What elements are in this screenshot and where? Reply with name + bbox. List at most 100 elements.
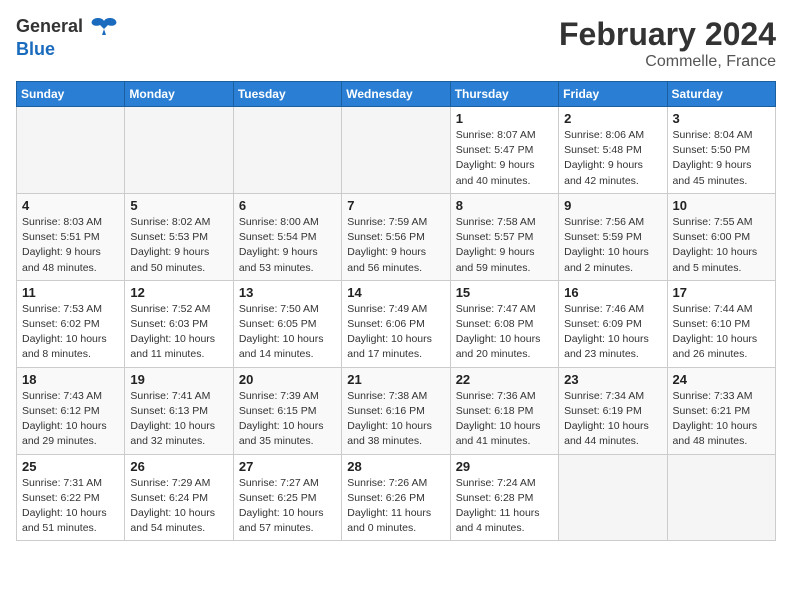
day-info: Sunrise: 8:02 AMSunset: 5:53 PMDaylight:…	[130, 215, 227, 276]
calendar-cell: 13Sunrise: 7:50 AMSunset: 6:05 PMDayligh…	[233, 280, 341, 367]
calendar-cell	[559, 454, 667, 541]
weekday-header-tuesday: Tuesday	[233, 82, 341, 107]
calendar-cell: 12 Sunrise: 7:52 AMSunset: 6:03 PMDayligh…	[125, 280, 233, 367]
calendar-cell	[342, 107, 450, 194]
weekday-header-sunday: Sunday	[17, 82, 125, 107]
day-number: 28	[347, 459, 444, 474]
day-info: Sunrise: 7:38 AMSunset: 6:16 PMDaylight:…	[347, 389, 444, 450]
logo-blue: Blue	[16, 39, 55, 59]
day-number: 2	[564, 111, 661, 126]
day-number: 17	[673, 285, 770, 300]
day-number: 11	[22, 285, 119, 300]
calendar-cell	[667, 454, 775, 541]
calendar-cell: 9 Sunrise: 7:56 AMSunset: 5:59 PMDaylight…	[559, 193, 667, 280]
day-number: 16	[564, 285, 661, 300]
day-number: 29	[456, 459, 553, 474]
logo-text: General Blue	[16, 16, 120, 60]
weekday-header-friday: Friday	[559, 82, 667, 107]
calendar-cell: 8Sunrise: 7:58 AMSunset: 5:57 PMDaylight…	[450, 193, 558, 280]
day-info: Sunrise: 7:29 AMSunset: 6:24 PMDaylight:…	[130, 476, 227, 537]
calendar-cell: 24 Sunrise: 7:33 AMSunset: 6:21 PMDayligh…	[667, 367, 775, 454]
day-info: Sunrise: 7:34 AMSunset: 6:19 PMDaylight:…	[564, 389, 661, 450]
day-info: Sunrise: 7:39 AMSunset: 6:15 PMDaylight:…	[239, 389, 336, 450]
day-number: 3	[673, 111, 770, 126]
calendar-cell: 7Sunrise: 7:59 AMSunset: 5:56 PMDaylight…	[342, 193, 450, 280]
day-info: Sunrise: 8:03 AMSunset: 5:51 PMDaylight:…	[22, 215, 119, 276]
day-info: Sunrise: 7:36 AMSunset: 6:18 PMDaylight:…	[456, 389, 553, 450]
calendar-cell: 27 Sunrise: 7:27 AMSunset: 6:25 PMDayligh…	[233, 454, 341, 541]
calendar-cell: 25 Sunrise: 7:31 AMSunset: 6:22 PMDayligh…	[17, 454, 125, 541]
day-number: 23	[564, 372, 661, 387]
day-info: Sunrise: 7:55 AMSunset: 6:00 PMDaylight:…	[673, 215, 770, 276]
day-info: Sunrise: 8:04 AMSunset: 5:50 PMDaylight:…	[673, 128, 770, 189]
calendar-cell: 5 Sunrise: 8:02 AMSunset: 5:53 PMDaylight…	[125, 193, 233, 280]
day-info: Sunrise: 7:47 AMSunset: 6:08 PMDaylight:…	[456, 302, 553, 363]
day-info: Sunrise: 7:26 AMSunset: 6:26 PMDaylight:…	[347, 476, 444, 537]
calendar-cell: 20Sunrise: 7:39 AMSunset: 6:15 PMDayligh…	[233, 367, 341, 454]
calendar-cell: 11 Sunrise: 7:53 AMSunset: 6:02 PMDayligh…	[17, 280, 125, 367]
day-number: 19	[130, 372, 227, 387]
calendar-cell	[17, 107, 125, 194]
calendar-cell: 6Sunrise: 8:00 AMSunset: 5:54 PMDaylight…	[233, 193, 341, 280]
day-info: Sunrise: 7:52 AMSunset: 6:03 PMDaylight:…	[130, 302, 227, 363]
day-info: Sunrise: 7:44 AMSunset: 6:10 PMDaylight:…	[673, 302, 770, 363]
day-info: Sunrise: 7:24 AMSunset: 6:28 PMDaylight:…	[456, 476, 553, 537]
day-number: 27	[239, 459, 336, 474]
day-info: Sunrise: 8:06 AMSunset: 5:48 PMDaylight:…	[564, 128, 661, 189]
day-info: Sunrise: 7:43 AMSunset: 6:12 PMDaylight:…	[22, 389, 119, 450]
month-year-title: February 2024	[559, 16, 776, 53]
title-block: February 2024 Commelle, France	[559, 16, 776, 71]
location-label: Commelle, France	[559, 53, 776, 71]
calendar-cell	[125, 107, 233, 194]
day-number: 14	[347, 285, 444, 300]
calendar-cell: 18 Sunrise: 7:43 AMSunset: 6:12 PMDayligh…	[17, 367, 125, 454]
day-number: 13	[239, 285, 336, 300]
day-info: Sunrise: 7:31 AMSunset: 6:22 PMDaylight:…	[22, 476, 119, 537]
day-info: Sunrise: 7:59 AMSunset: 5:56 PMDaylight:…	[347, 215, 444, 276]
calendar-cell: 17 Sunrise: 7:44 AMSunset: 6:10 PMDayligh…	[667, 280, 775, 367]
day-number: 25	[22, 459, 119, 474]
calendar-cell: 22 Sunrise: 7:36 AMSunset: 6:18 PMDayligh…	[450, 367, 558, 454]
day-info: Sunrise: 7:33 AMSunset: 6:21 PMDaylight:…	[673, 389, 770, 450]
calendar-cell: 15Sunrise: 7:47 AMSunset: 6:08 PMDayligh…	[450, 280, 558, 367]
day-number: 10	[673, 198, 770, 213]
calendar-cell: 10 Sunrise: 7:55 AMSunset: 6:00 PMDayligh…	[667, 193, 775, 280]
day-number: 26	[130, 459, 227, 474]
calendar-cell: 28 Sunrise: 7:26 AMSunset: 6:26 PMDayligh…	[342, 454, 450, 541]
day-number: 24	[673, 372, 770, 387]
calendar-cell: 29 Sunrise: 7:24 AMSunset: 6:28 PMDayligh…	[450, 454, 558, 541]
day-info: Sunrise: 7:56 AMSunset: 5:59 PMDaylight:…	[564, 215, 661, 276]
calendar-cell: 23 Sunrise: 7:34 AMSunset: 6:19 PMDayligh…	[559, 367, 667, 454]
calendar-cell: 14 Sunrise: 7:49 AMSunset: 6:06 PMDayligh…	[342, 280, 450, 367]
day-info: Sunrise: 7:27 AMSunset: 6:25 PMDaylight:…	[239, 476, 336, 537]
calendar-table: SundayMondayTuesdayWednesdayThursdayFrid…	[16, 81, 776, 541]
day-number: 4	[22, 198, 119, 213]
calendar-cell: 26 Sunrise: 7:29 AMSunset: 6:24 PMDayligh…	[125, 454, 233, 541]
weekday-header-wednesday: Wednesday	[342, 82, 450, 107]
day-info: Sunrise: 7:49 AMSunset: 6:06 PMDaylight:…	[347, 302, 444, 363]
calendar-cell: 2 Sunrise: 8:06 AMSunset: 5:48 PMDaylight…	[559, 107, 667, 194]
day-info: Sunrise: 7:58 AMSunset: 5:57 PMDaylight:…	[456, 215, 553, 276]
calendar-week-row-4: 18 Sunrise: 7:43 AMSunset: 6:12 PMDayligh…	[17, 367, 776, 454]
day-number: 18	[22, 372, 119, 387]
calendar-cell: 3 Sunrise: 8:04 AMSunset: 5:50 PMDaylight…	[667, 107, 775, 194]
day-info: Sunrise: 7:46 AMSunset: 6:09 PMDaylight:…	[564, 302, 661, 363]
day-number: 5	[130, 198, 227, 213]
calendar-cell: 21Sunrise: 7:38 AMSunset: 6:16 PMDayligh…	[342, 367, 450, 454]
calendar-week-row-1: 1Sunrise: 8:07 AMSunset: 5:47 PMDaylight…	[17, 107, 776, 194]
logo-general: General	[16, 16, 83, 36]
day-number: 12	[130, 285, 227, 300]
logo-bird-icon	[90, 17, 118, 39]
weekday-header-row: SundayMondayTuesdayWednesdayThursdayFrid…	[17, 82, 776, 107]
day-number: 22	[456, 372, 553, 387]
day-info: Sunrise: 8:00 AMSunset: 5:54 PMDaylight:…	[239, 215, 336, 276]
weekday-header-monday: Monday	[125, 82, 233, 107]
day-info: Sunrise: 7:53 AMSunset: 6:02 PMDaylight:…	[22, 302, 119, 363]
day-info: Sunrise: 7:41 AMSunset: 6:13 PMDaylight:…	[130, 389, 227, 450]
day-number: 9	[564, 198, 661, 213]
calendar-cell	[233, 107, 341, 194]
weekday-header-saturday: Saturday	[667, 82, 775, 107]
calendar-cell: 4 Sunrise: 8:03 AMSunset: 5:51 PMDaylight…	[17, 193, 125, 280]
page-header: General Blue February 2024 Commelle, Fra…	[16, 16, 776, 71]
weekday-header-thursday: Thursday	[450, 82, 558, 107]
